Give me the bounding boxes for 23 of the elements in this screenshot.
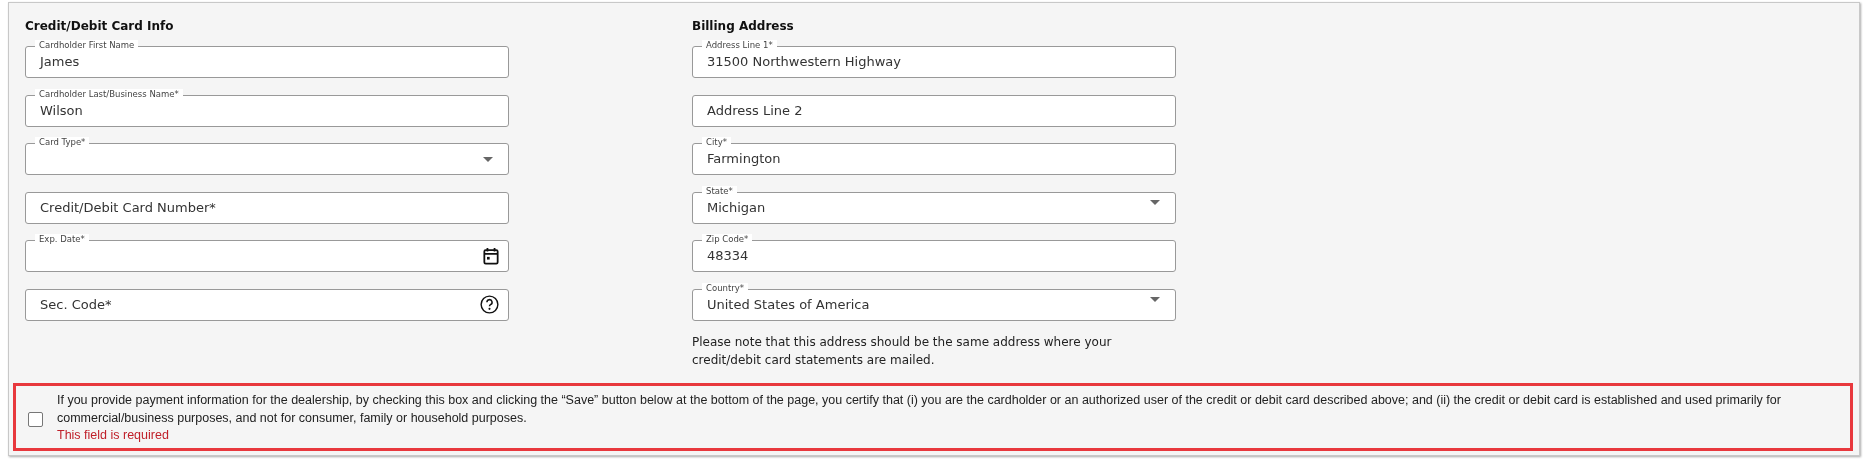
field-label: State*	[702, 185, 737, 197]
text-field[interactable]: Address Line 2	[692, 94, 1176, 127]
text-field[interactable]: Sec. Code*	[25, 288, 509, 321]
field-label: Address Line 1*	[702, 40, 777, 51]
help-icon[interactable]	[480, 295, 499, 314]
checkbox[interactable]	[28, 411, 43, 427]
dropdown-caret-icon[interactable]	[1150, 199, 1160, 205]
field-label: Cardholder Last/Business Name*	[35, 88, 183, 100]
field-label: City*	[702, 137, 731, 148]
field-label: Country*	[702, 282, 749, 294]
field-label: Zip Code*	[702, 234, 753, 245]
certification-text: If you provide payment information for the dealership, by checking this box and clicking the “Save” button below at the bottom of the page, you certify that (i) you are the cardholder or an authorized user of the credit or debit card described above; and (ii) the credit or debit card is established and used primarily for commercial/business purposes, and not for consumer, family or household purposes.	[57, 392, 1782, 427]
field-label: Exp. Date*	[35, 234, 89, 245]
field-label: Cardholder First Name	[35, 40, 139, 51]
section-heading: Billing Address	[692, 19, 795, 35]
section-heading: Credit/Debit Card Info	[25, 19, 175, 35]
dropdown-caret-icon[interactable]	[1150, 296, 1160, 302]
calendar-icon[interactable]	[483, 247, 499, 265]
dropdown-caret-icon[interactable]	[483, 156, 493, 162]
error-message: This field is required	[57, 427, 170, 443]
text-field[interactable]: Credit/Debit Card Number*	[25, 191, 509, 224]
field-label: Card Type*	[35, 137, 90, 148]
address-note: Please note that this address should be the same address where your credit/debit card statements are mailed.	[692, 334, 1113, 369]
